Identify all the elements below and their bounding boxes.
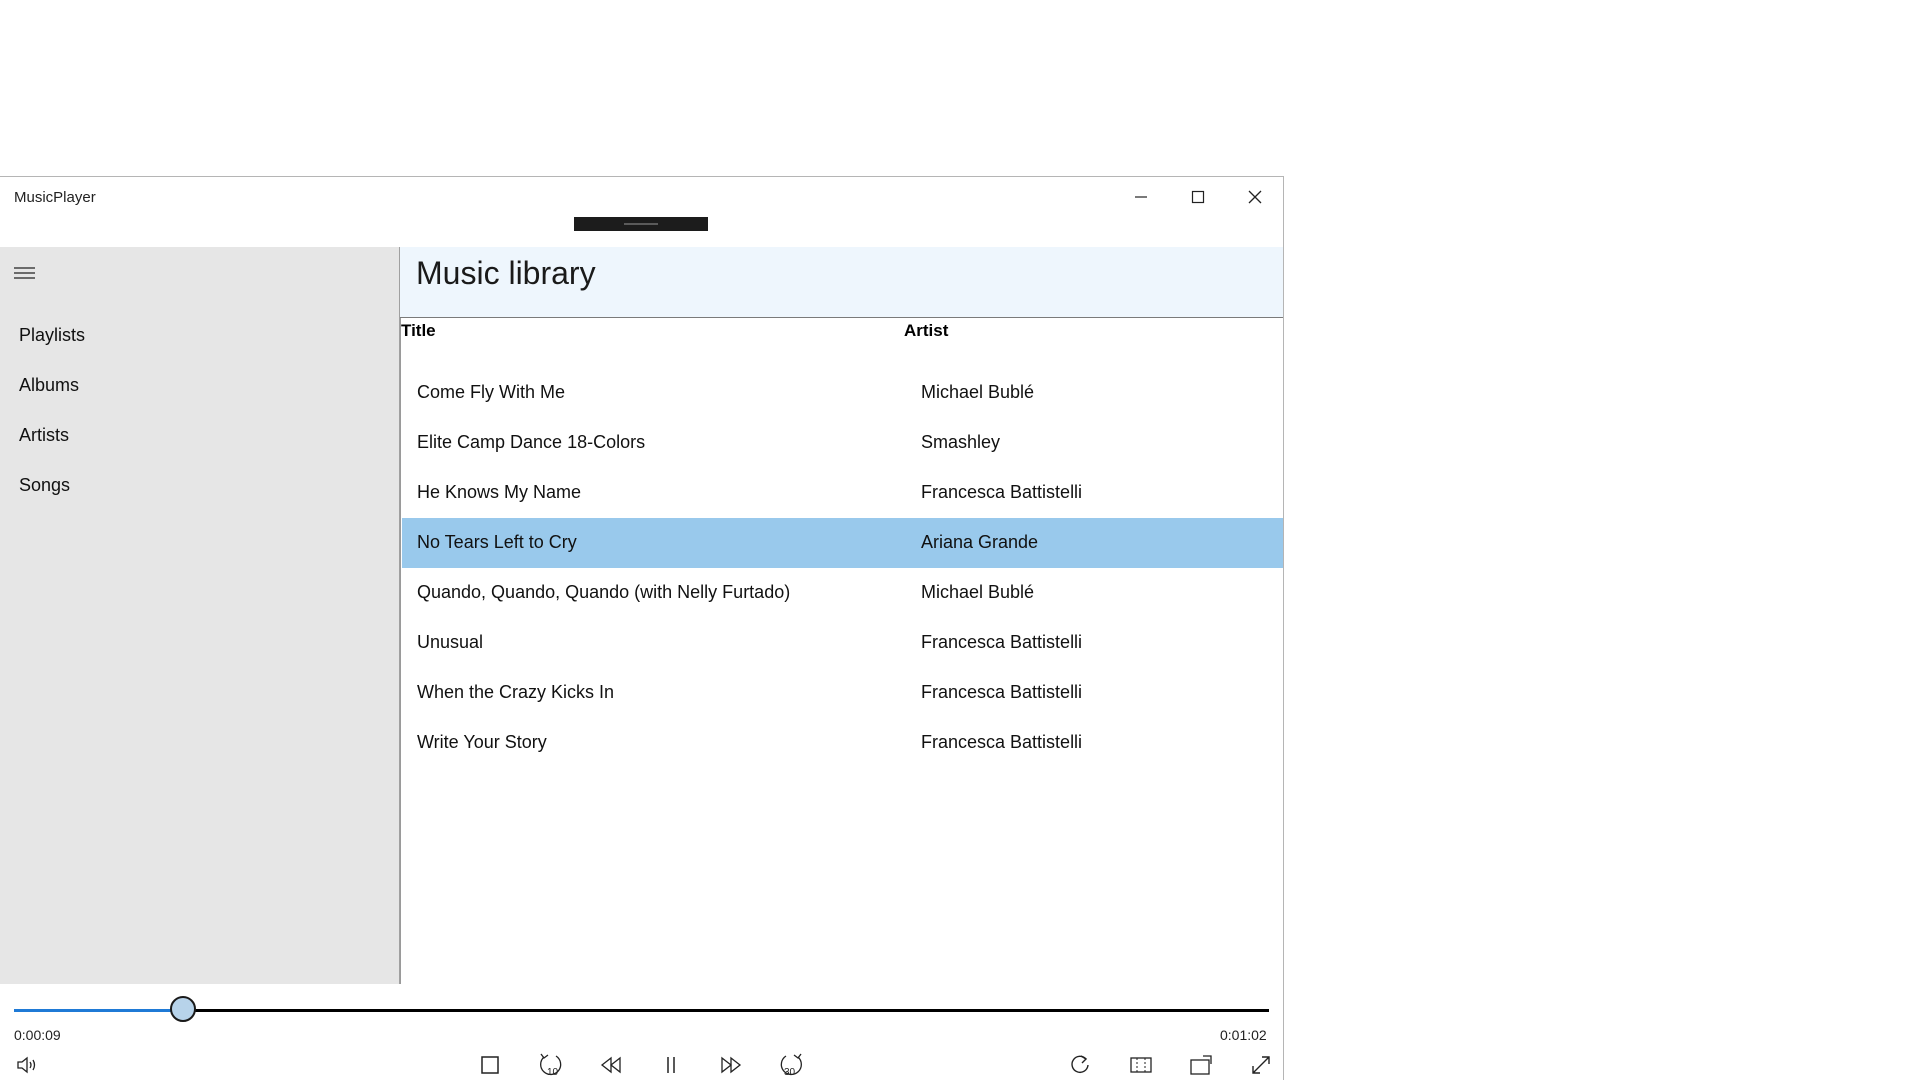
aspect-ratio-button[interactable] [1121,1050,1161,1080]
list-item[interactable]: Come Fly With Me Michael Bublé [402,368,1283,418]
sidebar-item-albums[interactable]: Albums [19,375,79,396]
list-item[interactable]: Write Your Story Francesca Battistelli [402,718,1283,768]
seek-thumb[interactable] [170,996,197,1022]
pause-icon [667,1057,675,1073]
close-icon [1248,190,1261,204]
song-title: He Knows My Name [417,482,582,502]
song-artist: Michael Bublé [921,382,1035,402]
close-button[interactable] [1226,177,1283,217]
song-artist: Francesca Battistelli [921,682,1083,702]
list-item[interactable]: Elite Camp Dance 18-Colors Smashley [402,418,1283,468]
aspect-ratio-icon [1130,1057,1152,1073]
column-header-artist[interactable]: Artist [904,321,948,341]
song-title: Unusual [417,632,484,652]
stop-button[interactable] [470,1050,510,1080]
sidebar-item-songs[interactable]: Songs [19,475,70,496]
list-item[interactable]: Unusual Francesca Battistelli [402,618,1283,668]
total-duration: 0:01:02 [1220,1027,1267,1043]
song-title: Elite Camp Dance 18-Colors [417,432,646,452]
skip-forward-icon: 30 [780,1053,802,1078]
list-item[interactable]: When the Crazy Kicks In Francesca Battis… [402,668,1283,718]
hamburger-menu-icon[interactable] [14,265,36,281]
volume-icon [17,1056,36,1074]
song-title: No Tears Left to Cry [417,532,577,552]
minimize-button[interactable] [1112,177,1169,217]
song-title: Come Fly With Me [417,382,566,402]
stop-icon [481,1056,499,1074]
page-title: Music library [416,255,596,291]
seek-bar[interactable] [14,996,1269,1022]
repeat-button[interactable] [1060,1050,1100,1080]
minimize-icon [1134,196,1147,198]
next-button[interactable] [711,1050,751,1080]
song-title: Write Your Story [417,732,547,752]
song-artist: Smashley [921,432,1001,452]
sidebar: Playlists Albums Artists Songs [0,247,400,984]
drag-handle[interactable] [574,217,708,231]
song-title: When the Crazy Kicks In [417,682,615,702]
elapsed-time: 0:00:09 [14,1027,61,1043]
volume-button[interactable] [8,1050,48,1080]
cast-button[interactable] [1181,1050,1221,1080]
sidebar-item-playlists[interactable]: Playlists [19,325,85,346]
song-artist: Michael Bublé [921,582,1035,602]
maximize-button[interactable] [1169,177,1226,217]
repeat-icon [1071,1055,1089,1074]
song-artist: Ariana Grande [921,532,1039,552]
list-item[interactable]: Quando, Quando, Quando (with Nelly Furta… [402,568,1283,618]
list-item[interactable]: He Knows My Name Francesca Battistelli [402,468,1283,518]
song-artist: Francesca Battistelli [921,482,1083,502]
app-window: MusicPlayer Playlists Albums Artists Son… [0,176,1284,1080]
song-title: Quando, Quando, Quando (with Nelly Furta… [417,582,791,602]
sidebar-item-artists[interactable]: Artists [19,425,69,446]
list-item-selected[interactable]: No Tears Left to Cry Ariana Grande [402,518,1283,568]
media-player-controls: 0:00:09 0:01:02 10 30 [0,984,1283,1080]
library-header: Music library [400,247,1283,318]
cast-icon [1190,1055,1212,1075]
previous-button[interactable] [591,1050,631,1080]
maximize-icon [1191,190,1204,204]
main-content: Music library Title Artist Come Fly With… [400,247,1283,984]
fast-forward-icon [721,1056,742,1074]
svg-text:10: 10 [547,1067,559,1078]
app-title: MusicPlayer [14,189,96,206]
svg-text:30: 30 [784,1067,796,1078]
skip-back-icon: 10 [540,1053,562,1078]
song-artist: Francesca Battistelli [921,732,1083,752]
skip-back-button[interactable]: 10 [531,1050,571,1080]
column-header-title[interactable]: Title [401,321,436,341]
song-list[interactable]: Title Artist Come Fly With Me Michael Bu… [400,318,1283,984]
fullscreen-button[interactable] [1241,1050,1281,1080]
pause-button[interactable] [651,1050,691,1080]
rewind-icon [600,1056,621,1074]
fullscreen-icon [1252,1056,1270,1074]
skip-forward-button[interactable]: 30 [771,1050,811,1080]
seek-progress [14,1009,184,1012]
song-artist: Francesca Battistelli [921,632,1083,652]
title-bar[interactable]: MusicPlayer [0,177,1283,247]
